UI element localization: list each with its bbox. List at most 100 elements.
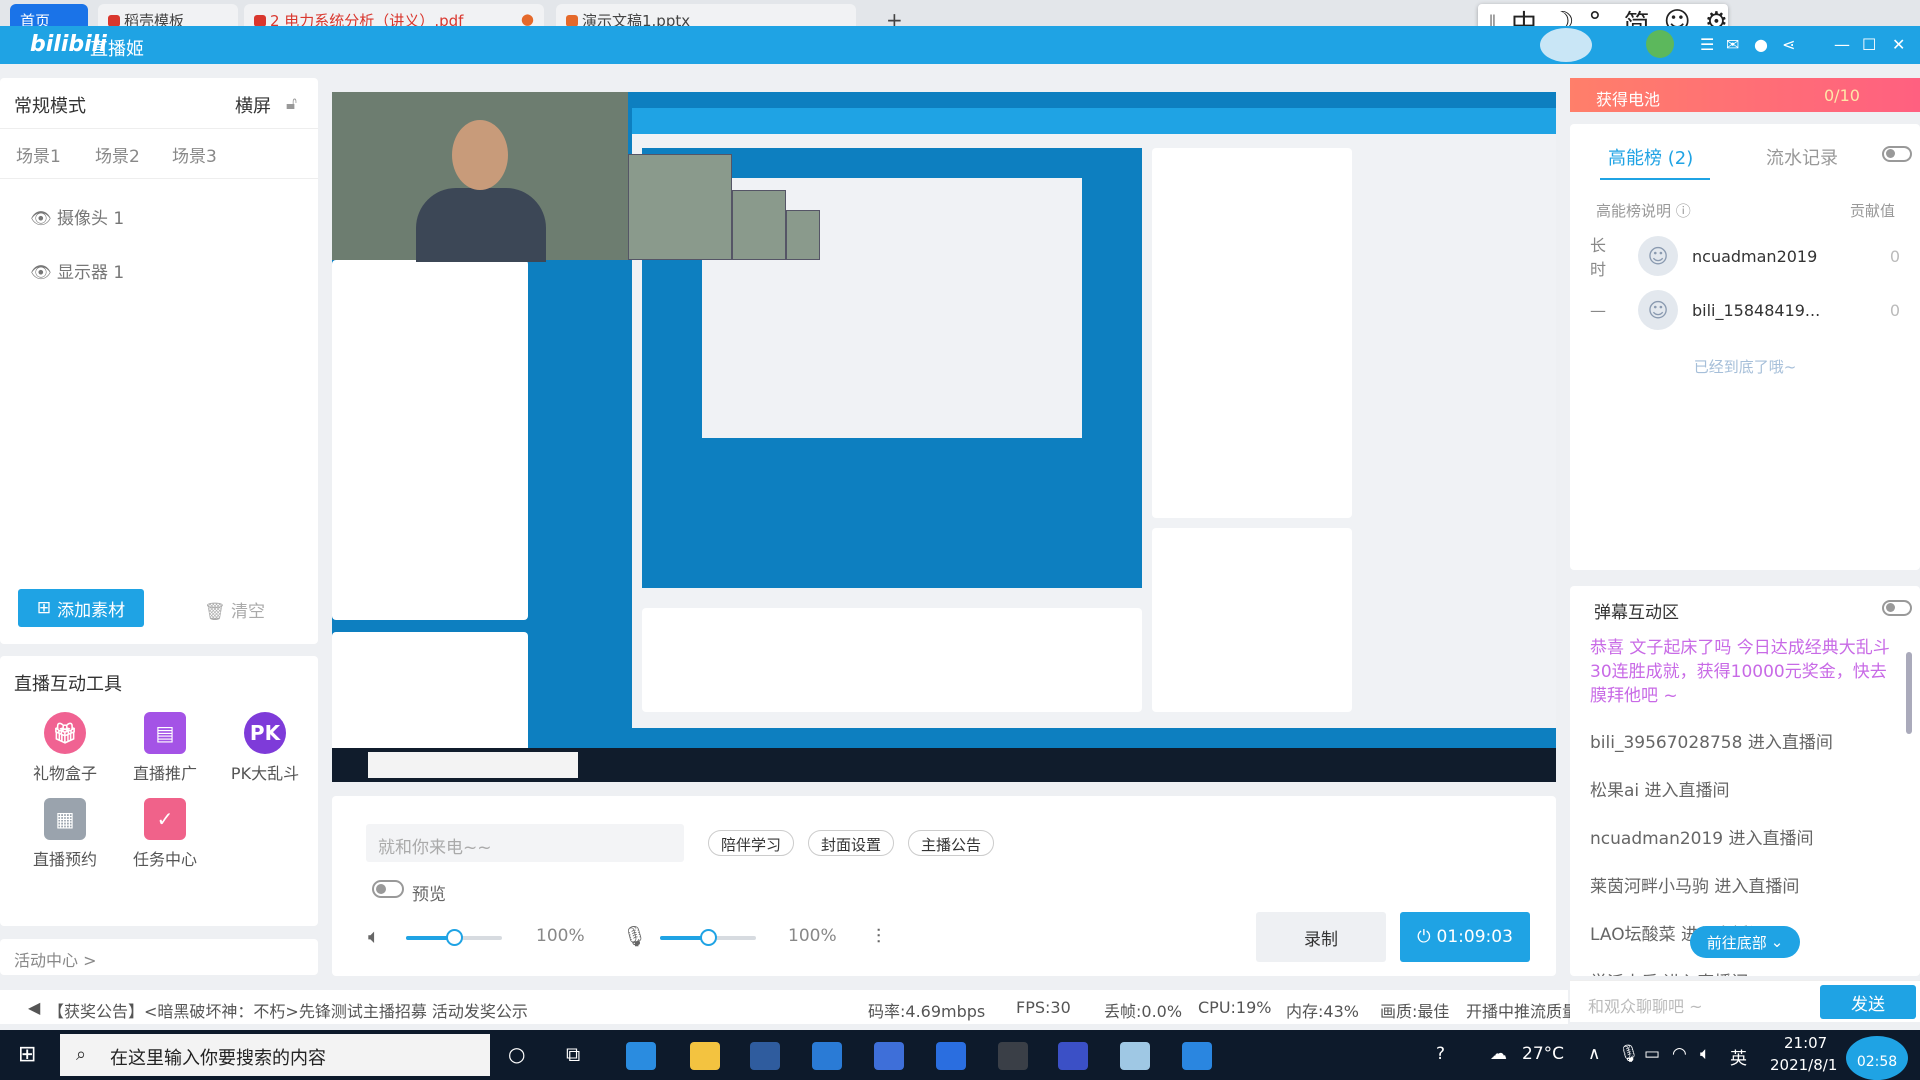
danmu-scrollbar[interactable] [1906, 652, 1912, 734]
orientation-label[interactable]: 横屏 [235, 92, 271, 118]
mode-label[interactable]: 常规模式 [14, 92, 86, 118]
tool-task-center[interactable]: ✓ 任务中心 [120, 798, 210, 870]
browser-tab-pdf[interactable]: 2 电力系统分析（讲义）.pdf ● [244, 4, 544, 30]
rank-row[interactable]: 长时 ☺ ncuadman2019 0 [1590, 234, 1920, 279]
app-icon[interactable] [936, 1042, 966, 1070]
speaker-icon[interactable]: 🔈︎ [368, 924, 380, 948]
danmu-toggle[interactable] [1882, 600, 1912, 616]
app-icon[interactable] [874, 1042, 904, 1070]
preview-toggle[interactable] [372, 880, 404, 898]
anchor-notice-button[interactable]: 主播公告 [908, 830, 995, 856]
rank-row[interactable]: — ☺ bili_15848419... 0 [1590, 288, 1920, 332]
lock-icon[interactable]: 🔓︎ [286, 94, 297, 114]
live-title-input[interactable]: 就和你来电~~ [366, 824, 684, 862]
volume-icon[interactable]: 🔈︎ [1700, 1044, 1710, 1064]
source-display[interactable]: 👁︎ 显示器 1 [30, 258, 124, 283]
eye-icon[interactable]: 👁︎ [30, 209, 57, 229]
pk-icon: PK [244, 712, 286, 754]
send-button[interactable]: 发送 [1820, 985, 1916, 1019]
store-icon[interactable] [750, 1042, 780, 1070]
rank-tag: — [1590, 300, 1606, 320]
source-camera[interactable]: 👁︎ 摄像头 1 [30, 204, 124, 229]
tool-label: 直播预约 [32, 850, 97, 869]
tool-label: 任务中心 [132, 850, 197, 869]
activity-center-link[interactable]: 活动中心 > [0, 939, 318, 975]
clear-button[interactable]: 🗑︎ 清空 [204, 597, 265, 622]
mixer-icon[interactable]: ⫶ [876, 924, 881, 948]
tool-gift-box[interactable]: 🎁︎ 礼物盒子 [20, 712, 110, 784]
add-source-button[interactable]: ⊞ 添加素材 [18, 589, 144, 627]
tab-scene3[interactable]: 场景3 [172, 142, 217, 167]
clear-label: 清空 [231, 602, 265, 622]
mic-volume-knob[interactable] [700, 929, 717, 946]
new-tab-button[interactable]: + [876, 2, 915, 32]
stop-live-button[interactable]: ⏻ 01:09:03 [1400, 912, 1530, 962]
tab-underline [1600, 178, 1710, 180]
menu-icon[interactable]: ☰ [1700, 35, 1714, 54]
windows-start-icon[interactable]: ⊞ [18, 1042, 36, 1067]
record-button[interactable]: 录制 [1256, 912, 1386, 962]
tab-history[interactable]: 流水记录 [1766, 144, 1838, 170]
browser-tab-pptx[interactable]: 演示文稿1.pptx [556, 4, 856, 30]
weather-temp[interactable]: 27°C [1522, 1044, 1564, 1064]
speaker-volume-slider[interactable] [406, 929, 502, 946]
danmu-entry: bili_39567028758 进入直播间 [1590, 733, 1833, 753]
battery-banner[interactable]: 获得电池 0/10 [1570, 78, 1920, 112]
stream-preview[interactable] [332, 92, 1556, 782]
tool-pk[interactable]: PK PK大乱斗 [220, 712, 310, 784]
close-icon[interactable]: ✕ [1892, 35, 1905, 54]
weather-icon[interactable]: ☁ [1490, 1044, 1507, 1064]
share-icon[interactable]: ⋖ [1782, 35, 1795, 54]
companion-study-button[interactable]: 陪伴学习 [708, 830, 795, 856]
minimize-icon[interactable]: — [1834, 35, 1850, 54]
task-view-icon[interactable]: ⧉ [566, 1042, 580, 1066]
jump-to-bottom-button[interactable]: 前往底部 ⌄ [1690, 926, 1800, 958]
speaker-volume-value: 100% [536, 926, 585, 946]
edge-icon[interactable] [626, 1042, 656, 1070]
chevron-up-icon[interactable]: ∧ [1588, 1044, 1600, 1064]
chat-input[interactable]: 和观众聊聊吧 ~ [1588, 993, 1703, 1017]
app-icon[interactable] [998, 1042, 1028, 1070]
clock-time[interactable]: 21:07 [1784, 1034, 1827, 1052]
ime-indicator[interactable]: 英 [1730, 1044, 1747, 1069]
eye-icon[interactable]: 👁︎ [30, 263, 57, 283]
microphone-icon[interactable]: 🎙︎ [622, 924, 647, 948]
mail-icon[interactable]: ✉ [1726, 35, 1739, 54]
maximize-icon[interactable]: ☐ [1862, 35, 1876, 54]
folder-icon[interactable] [690, 1042, 720, 1070]
camera-echo [732, 190, 786, 260]
rank-toggle[interactable] [1882, 146, 1912, 162]
wifi-icon[interactable]: ◠ [1672, 1044, 1687, 1064]
mail-app-icon[interactable] [812, 1042, 842, 1070]
person-body [416, 188, 546, 262]
taskbar-search[interactable]: ⌕ 在这里输入你要搜索的内容 [60, 1034, 490, 1076]
cover-settings-button[interactable]: 封面设置 [808, 830, 895, 856]
bilibili-live-icon[interactable] [1120, 1042, 1150, 1070]
rank-description-label: 高能榜说明 [1596, 202, 1672, 220]
battery-tray-icon[interactable]: ▭ [1644, 1044, 1660, 1064]
push-quality[interactable]: 推流质量 [1514, 998, 1578, 1022]
clock-date[interactable]: 2021/8/1 [1770, 1056, 1837, 1074]
tab-scene2[interactable]: 场景2 [95, 142, 140, 167]
tab-scene1[interactable]: 场景1 [16, 142, 61, 167]
mic-tray-icon[interactable]: 🎙︎ [1618, 1044, 1640, 1064]
announcement-text[interactable]: 【获奖公告】<暗黑破坏神：不朽>先锋测试主播招募 活动发奖公示 [48, 998, 528, 1022]
rank-description[interactable]: 高能榜说明 ⓘ [1596, 200, 1691, 221]
danmu-entry: ncuadman2019 进入直播间 [1590, 829, 1814, 849]
cortana-icon[interactable]: ○ [508, 1042, 525, 1066]
bell-icon[interactable]: ● [1754, 35, 1768, 54]
windows-taskbar: ⊞ ⌕ 在这里输入你要搜索的内容 ○ ⧉ ? ☁ 27°C ∧ 🎙︎ ▭ ◠ 🔈… [0, 1030, 1920, 1080]
avatar[interactable] [1646, 30, 1674, 58]
rank-name: bili_15848419... [1692, 300, 1821, 320]
tool-reservation[interactable]: ▦ 直播预约 [20, 798, 110, 870]
tab-rank[interactable]: 高能榜 (2) [1608, 144, 1693, 170]
app-icon[interactable] [1182, 1042, 1212, 1070]
speaker-volume-knob[interactable] [446, 929, 463, 946]
mic-volume-slider[interactable] [660, 929, 756, 946]
live-duration-badge[interactable]: 02:58 [1846, 1036, 1908, 1080]
browser-tab-template[interactable]: 稻壳模板 [98, 4, 238, 30]
tool-promotion[interactable]: ▤ 直播推广 [120, 712, 210, 784]
browser-tab-home[interactable]: 首页 [10, 4, 88, 30]
wps-app-icon[interactable] [1058, 1042, 1088, 1070]
help-tray-icon[interactable]: ? [1436, 1044, 1445, 1064]
